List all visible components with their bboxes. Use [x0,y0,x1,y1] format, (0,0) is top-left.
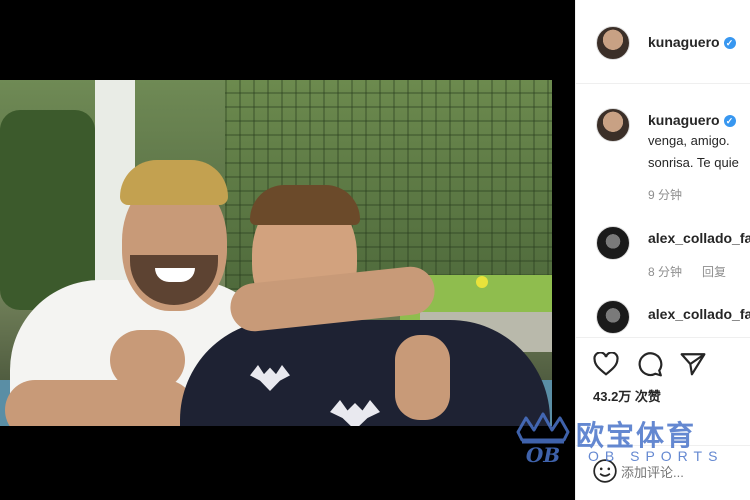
comment-icon[interactable] [636,350,664,378]
brand-name-en: OB SPORTS [588,448,724,464]
caption-username: kunaguero [648,112,720,128]
author-username-link[interactable]: kunaguero ✓ [648,34,736,50]
author-username: kunaguero [648,34,720,50]
person-left-hand [110,330,185,390]
send-icon[interactable] [679,350,707,378]
post-media-panel [0,0,575,500]
comment-meta: 8 分钟 回复 [648,263,726,280]
caption-timestamp: 9 分钟 [648,188,683,202]
author-avatar[interactable] [596,26,630,60]
post-action-bar [576,337,750,381]
verified-badge-icon: ✓ [723,115,736,127]
brand-watermark: OB 欧宝体育 OB SPORTS [512,402,742,472]
caption-line: venga, amigo. [648,133,730,148]
comment-username[interactable]: alex_collado_fa [648,230,750,246]
photo-ball [476,276,488,288]
comment-avatar[interactable] [596,300,630,334]
caption-username-link[interactable]: kunaguero ✓ [648,112,736,128]
comment-avatar[interactable] [596,226,630,260]
comment-username[interactable]: alex_collado_fa [648,306,750,322]
brand-crown-logo-icon: OB [516,412,570,466]
reply-button[interactable]: 回复 [702,265,726,279]
post-header: kunaguero ✓ [576,0,750,84]
person-left-cap [120,160,228,205]
caption-line: sonrisa. Te quie [648,155,739,170]
heart-icon[interactable] [592,350,620,378]
person-right-hand [395,335,450,420]
verified-badge-icon: ✓ [723,37,736,49]
caption-avatar[interactable] [596,108,630,142]
comment-timestamp: 8 分钟 [648,265,683,279]
person-right-hair [250,185,360,225]
photo-hedge [0,110,95,310]
brand-logo-letters: OB [526,443,560,466]
post-photo[interactable] [0,80,552,426]
